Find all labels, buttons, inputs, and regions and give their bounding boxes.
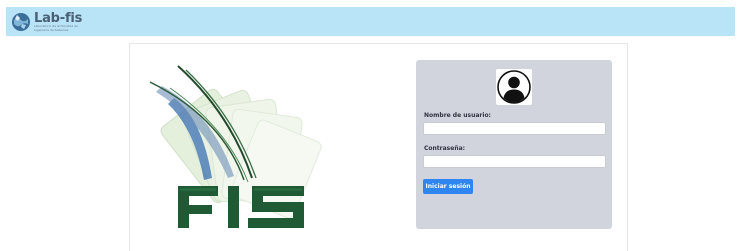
globe-logo-icon bbox=[12, 13, 30, 31]
fis-logo-art bbox=[149, 65, 322, 228]
password-input[interactable] bbox=[423, 155, 606, 168]
header-bar: Lab-fis Laboratorio de la Facultad de In… bbox=[6, 7, 735, 36]
user-avatar-icon bbox=[497, 70, 531, 104]
username-input[interactable] bbox=[423, 122, 606, 135]
avatar bbox=[496, 69, 532, 105]
lab-fis-logo[interactable]: Lab-fis Laboratorio de la Facultad de In… bbox=[11, 10, 82, 34]
password-label: Contraseña: bbox=[424, 145, 466, 152]
login-button[interactable]: Iniciar sesión bbox=[423, 179, 473, 194]
logo-text: Lab-fis Laboratorio de la Facultad de In… bbox=[34, 12, 82, 32]
username-label: Nombre de usuario: bbox=[424, 112, 491, 119]
login-form-panel: Nombre de usuario: Contraseña: Iniciar s… bbox=[416, 60, 612, 229]
logo-subtitle: Laboratorio de la Facultad de Ingeniería… bbox=[34, 24, 78, 32]
